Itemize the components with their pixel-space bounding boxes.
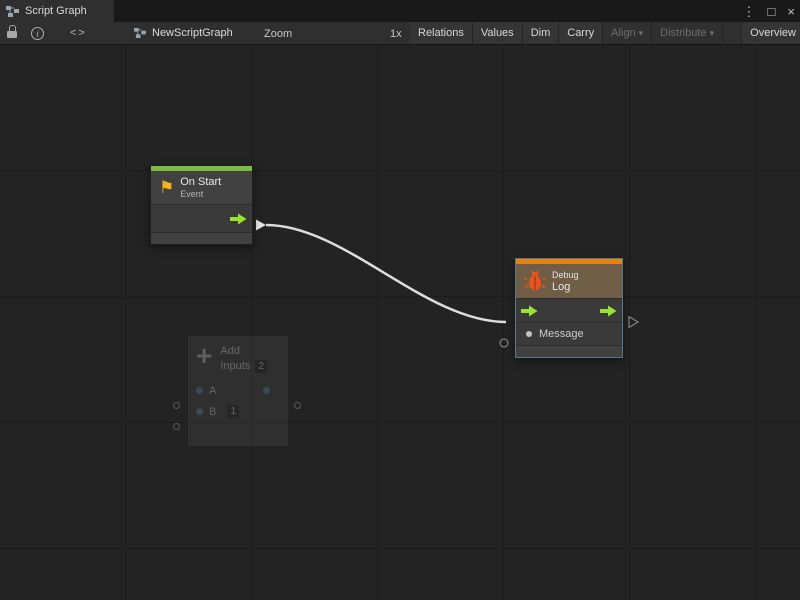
lock-icon[interactable] — [7, 25, 18, 38]
graph-toolbar: i <> NewScriptGraph Zoom 1x Relations Va… — [0, 22, 800, 45]
distribute-dropdown[interactable]: Distribute ▾ — [652, 22, 723, 44]
toolbar-buttons: Relations Values Dim Carry Align ▾ Distr… — [410, 22, 800, 44]
zoom-value: 1x — [390, 28, 402, 40]
port-a-dot[interactable] — [196, 387, 203, 394]
graph-name-label: NewScriptGraph — [152, 27, 233, 39]
flow-input-arrow[interactable] — [521, 305, 538, 316]
flow-output-arrow[interactable] — [600, 305, 617, 316]
message-port-circle[interactable] — [500, 339, 508, 347]
bug-icon — [524, 268, 546, 294]
node-title: On Start — [180, 176, 221, 188]
title-bar: Script Graph ⋮ □ × — [0, 0, 800, 22]
inputs-count-field[interactable]: 2 — [255, 360, 267, 373]
port-b-outer-circle[interactable] — [173, 423, 180, 430]
window-menu-icon[interactable]: ⋮ — [743, 5, 756, 18]
on-start-node[interactable]: ⚑ On Start Event — [150, 165, 253, 245]
relations-button[interactable]: Relations — [410, 22, 473, 44]
tab-label: Script Graph — [25, 5, 87, 17]
flag-icon: ⚑ — [159, 179, 174, 196]
tab-script-graph[interactable]: Script Graph — [0, 0, 114, 22]
node-title-line1: Add — [220, 344, 267, 359]
chevron-down-icon: ▾ — [710, 28, 715, 39]
node-title: Log — [552, 281, 579, 293]
script-graph-icon — [6, 6, 19, 17]
message-input-dot[interactable] — [526, 331, 532, 337]
port-b-value-field[interactable]: 1 — [227, 405, 239, 418]
info-icon[interactable]: i — [31, 27, 44, 40]
message-port-label: Message — [539, 328, 584, 340]
port-b-label: B — [209, 406, 216, 418]
connections-layer — [0, 45, 800, 600]
align-dropdown[interactable]: Align ▾ — [603, 22, 652, 44]
port-a-label: A — [209, 385, 216, 397]
carry-button[interactable]: Carry — [559, 22, 603, 44]
close-icon[interactable]: × — [787, 5, 795, 18]
debug-log-node[interactable]: Debug Log Message — [515, 258, 623, 358]
port-b-dot[interactable] — [196, 408, 203, 415]
port-out-outer-circle[interactable] — [294, 402, 301, 409]
port-out-dot[interactable] — [263, 387, 270, 394]
output-port-triangle[interactable] — [629, 317, 638, 328]
wire-start-arrow — [256, 220, 266, 231]
values-button[interactable]: Values — [473, 22, 523, 44]
graph-asset-icon — [134, 28, 146, 38]
overview-button[interactable]: Overview — [741, 22, 800, 44]
add-icon: + — [196, 344, 212, 368]
add-inputs-node[interactable]: + Add Inputs 2 A B 1 — [188, 336, 288, 446]
node-subtitle: Event — [180, 189, 221, 199]
dim-button[interactable]: Dim — [523, 22, 560, 44]
graph-breadcrumb[interactable]: NewScriptGraph — [134, 22, 233, 44]
maximize-icon[interactable]: □ — [768, 5, 776, 18]
code-icon[interactable]: <> — [70, 27, 87, 39]
node-category: Debug — [552, 270, 579, 280]
flow-wire[interactable] — [266, 225, 506, 322]
chevron-down-icon: ▾ — [639, 28, 644, 39]
port-a-outer-circle[interactable] — [173, 402, 180, 409]
zoom-label: Zoom — [264, 28, 292, 40]
flow-output-arrow[interactable] — [230, 213, 247, 224]
node-title-line2: Inputs — [220, 360, 250, 372]
